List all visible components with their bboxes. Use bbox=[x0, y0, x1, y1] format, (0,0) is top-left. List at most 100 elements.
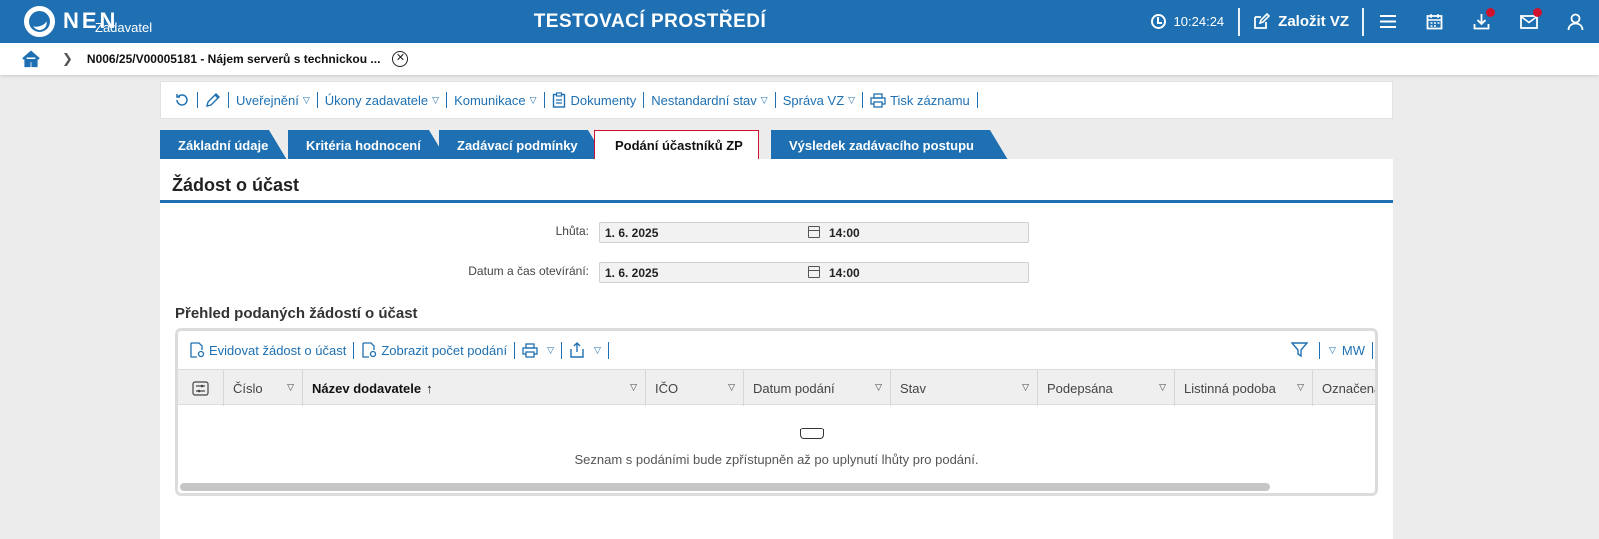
printer-icon bbox=[522, 342, 538, 358]
filter-dropdown-icon[interactable]: ▽ bbox=[1297, 382, 1304, 393]
notification-badge bbox=[1486, 8, 1495, 17]
environment-title: TESTOVACÍ PROSTŘEDÍ bbox=[533, 11, 767, 32]
grid-header: Číslo ▽ Název dodavatele ↑ ▽ IČO ▽ Datum pod… bbox=[178, 369, 1375, 406]
title-underline bbox=[160, 200, 1393, 203]
filter-dropdown-icon[interactable]: ▽ bbox=[630, 382, 637, 393]
action-vz-management[interactable]: Správa VZ ▽ bbox=[776, 93, 862, 108]
tab-procedure-result[interactable]: Výsledek zadávacího postupu bbox=[771, 130, 1008, 160]
create-vz-label: Založit VZ bbox=[1278, 13, 1349, 30]
action-contractor-acts[interactable]: Úkony zadavatele ▽ bbox=[318, 93, 446, 108]
action-documents[interactable]: Dokumenty bbox=[545, 92, 644, 108]
refresh-button[interactable] bbox=[167, 92, 197, 108]
dropdown-icon: ▽ bbox=[593, 344, 601, 355]
edit-button[interactable] bbox=[198, 92, 228, 108]
notification-badge bbox=[1533, 8, 1542, 17]
tab-evaluation-criteria[interactable]: Kritéria hodnocení bbox=[288, 130, 447, 160]
printer-icon bbox=[870, 92, 886, 108]
register-request-button[interactable]: Evidovat žádost o účast bbox=[184, 342, 351, 358]
opening-label: Datum a čas otevírání: bbox=[468, 264, 589, 278]
tab-bar: Základní údaje Kritéria hodnocení Zadáva… bbox=[160, 130, 1400, 160]
column-settings-button[interactable] bbox=[178, 370, 224, 406]
filter-dropdown-icon[interactable]: ▽ bbox=[287, 382, 294, 393]
user-button[interactable] bbox=[1552, 0, 1599, 43]
export-icon bbox=[570, 342, 584, 358]
grid-toolbar: Evidovat žádost o účast Zobrazit počet p… bbox=[178, 331, 1375, 369]
opening-date: 1. 6. 2025 bbox=[605, 266, 659, 280]
filter-dropdown-icon[interactable]: ▽ bbox=[1159, 382, 1166, 393]
divider bbox=[976, 92, 978, 108]
horizontal-scrollbar[interactable] bbox=[180, 483, 1270, 491]
settings-sliders-icon bbox=[192, 380, 209, 396]
menu-icon bbox=[1379, 15, 1396, 28]
filter-dropdown-icon[interactable]: ▽ bbox=[1022, 382, 1029, 393]
breadcrumb: ❯ N006/25/V00005181 - Nájem serverů s te… bbox=[0, 43, 1599, 75]
session-clock: 10:24:24 bbox=[1150, 14, 1224, 29]
dropdown-icon: ▽ bbox=[760, 94, 768, 105]
divider bbox=[1372, 341, 1373, 359]
dropdown-icon: ▽ bbox=[302, 94, 310, 105]
export-dropdown[interactable]: ▽ bbox=[564, 342, 606, 358]
calendar-icon[interactable] bbox=[808, 266, 820, 278]
show-count-button[interactable]: Zobrazit počet podání bbox=[356, 342, 512, 358]
filter-icon bbox=[1290, 342, 1308, 358]
filter-dropdown-icon[interactable]: ▽ bbox=[728, 382, 735, 393]
close-icon[interactable]: ✕ bbox=[392, 51, 409, 67]
divider bbox=[1238, 7, 1241, 36]
create-vz-button[interactable]: Založit VZ bbox=[1240, 13, 1362, 30]
filter-dropdown-icon[interactable]: ▽ bbox=[875, 382, 882, 393]
divider bbox=[353, 341, 355, 359]
calendar-icon bbox=[1426, 14, 1443, 30]
column-status[interactable]: Stav ▽ bbox=[891, 370, 1038, 406]
action-communication[interactable]: Komunikace ▽ bbox=[447, 93, 543, 108]
tab-basic-info[interactable]: Základní údaje bbox=[160, 130, 287, 160]
column-submission-date[interactable]: Datum podání ▽ bbox=[744, 370, 891, 406]
menu-button[interactable] bbox=[1364, 0, 1411, 43]
action-nonstandard-state[interactable]: Nestandardní stav ▽ bbox=[644, 93, 774, 108]
clipboard-icon bbox=[552, 92, 565, 108]
filter-button[interactable] bbox=[1286, 342, 1317, 358]
divider bbox=[514, 341, 516, 359]
messages-button[interactable] bbox=[1505, 0, 1552, 43]
section-title: Přehled podaných žádostí o účast bbox=[175, 305, 418, 322]
header-actions: 10:24:24 Založit VZ bbox=[1150, 0, 1599, 43]
document-gear-icon bbox=[190, 342, 205, 358]
divider bbox=[1318, 341, 1320, 359]
home-icon[interactable] bbox=[22, 50, 40, 68]
downloads-button[interactable] bbox=[1458, 0, 1505, 43]
view-selector[interactable]: ▽ MW bbox=[1322, 343, 1370, 358]
column-marked[interactable]: Označena bbox=[1313, 370, 1375, 406]
column-paper-form[interactable]: Listinná podoba ▽ bbox=[1175, 370, 1313, 406]
dropdown-icon: ▽ bbox=[547, 344, 554, 355]
column-number[interactable]: Číslo ▽ bbox=[224, 370, 303, 406]
empty-state-message: Seznam s podáními bude zpřístupněn až po… bbox=[574, 452, 979, 467]
print-dropdown[interactable]: ▽ bbox=[517, 342, 559, 358]
column-supplier-name[interactable]: Název dodavatele ↑ ▽ bbox=[303, 370, 646, 406]
deadline-label: Lhůta: bbox=[555, 224, 589, 238]
deadline-date: 1. 6. 2025 bbox=[605, 226, 659, 240]
divider bbox=[607, 341, 609, 359]
main-panel: Žádost o účast Lhůta: 1. 6. 2025 14:00 D… bbox=[160, 159, 1393, 539]
opening-field[interactable]: 1. 6. 2025 14:00 bbox=[599, 262, 1029, 283]
action-print-record[interactable]: Tisk záznamu bbox=[863, 93, 977, 108]
divider bbox=[560, 341, 562, 359]
dropdown-icon: ▽ bbox=[432, 94, 440, 105]
edit-icon bbox=[1254, 13, 1271, 29]
tab-tender-conditions[interactable]: Zadávací podmínky bbox=[439, 130, 606, 160]
clock-icon bbox=[1150, 14, 1166, 29]
breadcrumb-item[interactable]: N006/25/V00005181 - Nájem serverů s tech… bbox=[87, 52, 381, 66]
action-publication[interactable]: Uveřejnění ▽ bbox=[229, 93, 317, 108]
dropdown-icon: ▽ bbox=[848, 94, 856, 105]
pencil-icon bbox=[206, 93, 220, 107]
page-title: Žádost o účast bbox=[172, 175, 300, 195]
calendar-button[interactable] bbox=[1411, 0, 1458, 43]
calendar-icon[interactable] bbox=[808, 226, 820, 238]
column-signed[interactable]: Podepsána ▽ bbox=[1038, 370, 1175, 406]
document-gear-icon bbox=[362, 342, 377, 358]
dropdown-icon: ▽ bbox=[1328, 344, 1336, 355]
submissions-grid: Evidovat žádost o účast Zobrazit počet p… bbox=[175, 328, 1378, 496]
column-ico[interactable]: IČO ▽ bbox=[646, 370, 744, 406]
deadline-field[interactable]: 1. 6. 2025 14:00 bbox=[599, 222, 1029, 243]
grid-view-controls: ▽ MW bbox=[1286, 331, 1375, 369]
dropdown-icon: ▽ bbox=[529, 94, 537, 105]
tab-participant-submissions[interactable]: Podání účastníků ZP bbox=[594, 130, 759, 160]
